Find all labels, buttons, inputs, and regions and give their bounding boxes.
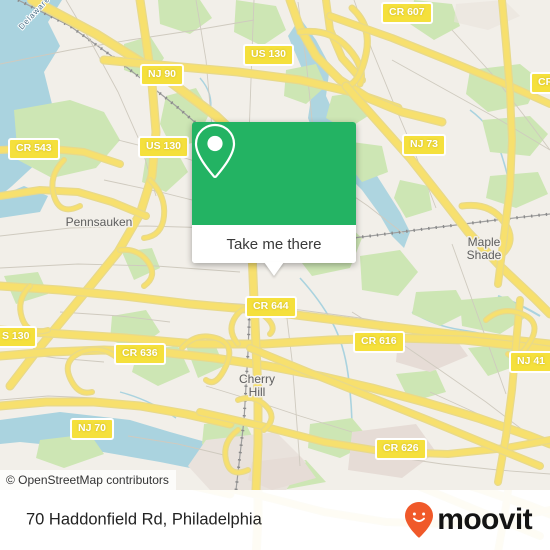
road-shield: US 130 [138,136,190,158]
moovit-pin-icon [405,502,434,538]
place-label-pennsauken: Pennsauken [66,215,133,229]
take-me-there-button[interactable]: Take me there [226,236,321,253]
road-shield: CR 636 [114,343,166,365]
map-canvas[interactable]: Delaware Pennsauken Maple Shade Cherry H… [0,0,550,490]
road-shield: CR 607 [381,2,433,24]
moovit-wordmark: moovit [437,503,532,536]
location-pin-icon [194,123,236,179]
location-popup[interactable]: Take me there [192,122,356,276]
road-shield: CR 626 [375,438,427,460]
footer-bar: 70 Haddonfield Rd, Philadelphia moovit [0,490,550,550]
road-shield: CR 543 [8,138,60,160]
road-shield: CR [530,72,550,94]
moovit-logo: moovit [404,501,533,539]
place-label-cherry-hill-line2: Hill [249,385,266,399]
place-label-maple-shade-line2: Shade [467,248,502,262]
road-shield: NJ 70 [70,418,115,440]
road-shield: NJ 90 [140,64,185,86]
road-shield: S 130 [0,326,38,348]
address-label: 70 Haddonfield Rd, Philadelphia [26,510,262,529]
road-shield: CR 616 [353,331,405,353]
place-label-cherry-hill-line1: Cherry [239,372,275,386]
popup-body[interactable]: Take me there [192,225,356,263]
road-shield: CR 644 [245,296,297,318]
map-screenshot: Delaware Pennsauken Maple Shade Cherry H… [0,0,550,550]
road-shield: US 130 [243,44,295,66]
road-shield: NJ 41 [509,351,550,373]
osm-attribution[interactable]: © OpenStreetMap contributors [0,470,176,490]
place-label-maple-shade-line1: Maple [468,235,501,249]
popup-tail [264,262,284,276]
popup-header [192,122,356,225]
road-shield: NJ 73 [402,134,447,156]
